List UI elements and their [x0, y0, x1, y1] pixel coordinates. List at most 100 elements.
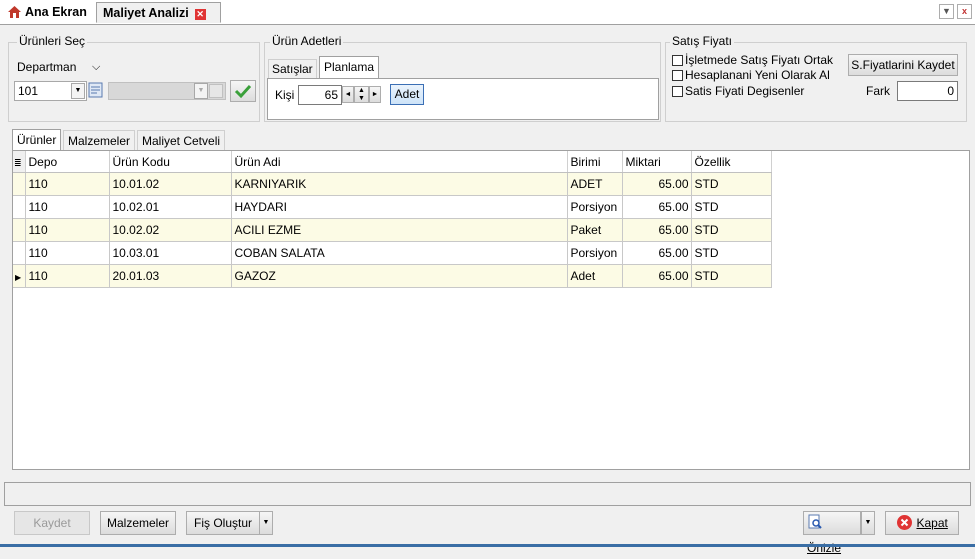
table-row[interactable]: 110 10.01.02 KARNIYARIK ADET 65.00 STD: [13, 172, 772, 196]
cell-miktari[interactable]: 65.00: [622, 195, 692, 219]
col-ozellik[interactable]: Özellik: [691, 151, 772, 173]
home-icon: [8, 4, 21, 18]
cell-birimi[interactable]: Porsiyon: [567, 241, 623, 265]
table-row[interactable]: 110 10.02.02 ACILI EZME Paket 65.00 STD: [13, 218, 772, 242]
onizle-dropdown-arrow-icon[interactable]: ▼: [861, 511, 875, 535]
row-indicator: [13, 195, 26, 219]
cell-urun-adi[interactable]: HAYDARI: [231, 195, 568, 219]
fis-olustur-button[interactable]: Fiş Oluştur: [186, 511, 260, 535]
cell-birimi[interactable]: Porsiyon: [567, 195, 623, 219]
adet-button[interactable]: Adet: [390, 84, 424, 105]
tab-home-label: Ana Ekran: [25, 5, 87, 19]
tab-maliyet-analizi[interactable]: Maliyet Analizi ✕: [96, 2, 221, 23]
close-window-icon[interactable]: x: [957, 4, 972, 19]
row-indicator: [13, 172, 26, 196]
product-combo-disabled: ▼: [108, 82, 226, 100]
ortak-label: İşletmede Satış Fiyatı Ortak: [685, 53, 834, 67]
col-birimi[interactable]: Birimi: [567, 151, 623, 173]
menu-icon[interactable]: ≣: [13, 158, 22, 168]
browse-icon[interactable]: [88, 82, 104, 99]
cell-ozellik[interactable]: STD: [691, 195, 772, 219]
degisenler-checkbox[interactable]: [672, 86, 683, 97]
cell-miktari[interactable]: 65.00: [622, 241, 692, 265]
cell-urun-adi[interactable]: KARNIYARIK: [231, 172, 568, 196]
kapat-label: Kapat: [916, 516, 948, 530]
cell-depo[interactable]: 110: [25, 172, 110, 196]
kapat-button[interactable]: Kapat: [885, 511, 959, 535]
close-tab-icon[interactable]: ✕: [194, 9, 206, 20]
cell-birimi[interactable]: ADET: [567, 172, 623, 196]
table-row[interactable]: 110 10.02.01 HAYDARI Porsiyon 65.00 STD: [13, 195, 772, 219]
cell-urun-kodu[interactable]: 10.02.01: [109, 195, 232, 219]
cell-urun-adi[interactable]: GAZOZ: [231, 264, 568, 288]
fis-dropdown-arrow-icon[interactable]: ▼: [259, 511, 273, 535]
cell-urun-adi[interactable]: COBAN SALATA: [231, 241, 568, 265]
status-bar: [4, 482, 971, 506]
urun-adetleri-title: Ürün Adetleri: [270, 34, 344, 48]
row-indicator-header: ≣: [13, 151, 26, 173]
cell-urun-kodu[interactable]: 20.01.03: [109, 264, 232, 288]
cell-ozellik[interactable]: STD: [691, 218, 772, 242]
cell-birimi[interactable]: Paket: [567, 218, 623, 242]
fark-input[interactable]: 0: [897, 81, 958, 101]
cell-ozellik[interactable]: STD: [691, 264, 772, 288]
current-row-arrow-icon: ▶: [15, 273, 22, 282]
cell-depo[interactable]: 110: [25, 241, 110, 265]
cell-urun-kodu[interactable]: 10.03.01: [109, 241, 232, 265]
tab-planlama[interactable]: Planlama: [319, 56, 380, 80]
cell-miktari[interactable]: 65.00: [622, 264, 692, 288]
col-urun-adi[interactable]: Ürün Adi: [231, 151, 568, 173]
cell-urun-adi[interactable]: ACILI EZME: [231, 218, 568, 242]
cell-birimi[interactable]: Adet: [567, 264, 623, 288]
fark-label: Fark: [866, 84, 890, 98]
products-grid: ≣ Depo Ürün Kodu Ürün Adi Birimi Miktari…: [12, 150, 970, 470]
dropdown-arrow-icon[interactable]: ▼: [71, 83, 85, 99]
satis-fiyati-title: Satış Fiyatı: [670, 34, 735, 48]
cell-urun-kodu[interactable]: 10.01.02: [109, 172, 232, 196]
confirm-button[interactable]: [230, 80, 256, 102]
increment-button[interactable]: ►: [369, 86, 381, 103]
row-indicator: [13, 241, 26, 265]
row-indicator: [13, 218, 26, 242]
cell-depo[interactable]: 110: [25, 264, 110, 288]
col-depo[interactable]: Depo: [25, 151, 110, 173]
cell-miktari[interactable]: 65.00: [622, 172, 692, 196]
code-combo[interactable]: 101 ▼: [14, 81, 87, 101]
chevron-down-icon: ⌵: [92, 61, 101, 73]
header-row: ≣ Depo Ürün Kodu Ürün Adi Birimi Miktari…: [13, 151, 772, 173]
malzemeler-button[interactable]: Malzemeler: [100, 511, 176, 535]
cell-ozellik[interactable]: STD: [691, 172, 772, 196]
chevron-down-icon[interactable]: ▼: [939, 4, 954, 19]
spin-updown-button[interactable]: ▲ ▼: [354, 86, 369, 103]
departman-value: Departman: [17, 60, 77, 74]
urunleri-sec-title: Ürünleri Seç: [17, 34, 88, 48]
table-row[interactable]: 110 10.03.01 COBAN SALATA Porsiyon 65.00…: [13, 241, 772, 265]
degisenler-label: Satis Fiyati Degisenler: [685, 84, 805, 98]
preview-icon: [807, 514, 823, 537]
save-prices-button[interactable]: S.Fiyatlarini Kaydet: [848, 54, 958, 76]
yeni-checkbox[interactable]: [672, 70, 683, 81]
decrement-button[interactable]: ◄: [342, 86, 354, 103]
cell-urun-kodu[interactable]: 10.02.02: [109, 218, 232, 242]
departman-select[interactable]: Departman ⌵: [14, 58, 109, 78]
cell-ozellik[interactable]: STD: [691, 241, 772, 265]
kisi-input[interactable]: 65: [298, 85, 342, 105]
kaydet-button[interactable]: Kaydet: [14, 511, 90, 535]
col-miktari[interactable]: Miktari: [622, 151, 692, 173]
tab-satislar[interactable]: Satışlar: [268, 59, 317, 79]
code-value: 101: [18, 84, 39, 98]
tab-maliyet-label: Maliyet Analizi: [103, 6, 189, 20]
cell-depo[interactable]: 110: [25, 195, 110, 219]
col-urun-kodu[interactable]: Ürün Kodu: [109, 151, 232, 173]
cell-miktari[interactable]: 65.00: [622, 218, 692, 242]
cell-depo[interactable]: 110: [25, 218, 110, 242]
onizle-button[interactable]: Önizle: [803, 511, 861, 555]
ortak-checkbox[interactable]: [672, 55, 683, 66]
table-row-selected[interactable]: ▶ 110 20.01.03 GAZOZ Adet 65.00 STD: [13, 264, 772, 288]
tab-malzemeler[interactable]: Malzemeler: [63, 130, 136, 150]
tab-home[interactable]: Ana Ekran: [2, 2, 93, 23]
tab-maliyet-cetveli[interactable]: Maliyet Cetveli: [137, 130, 226, 150]
dropdown-arrow-icon: ▼: [194, 83, 208, 99]
products-table: ≣ Depo Ürün Kodu Ürün Adi Birimi Miktari…: [13, 151, 772, 288]
tab-urunler[interactable]: Ürünler: [12, 129, 62, 151]
